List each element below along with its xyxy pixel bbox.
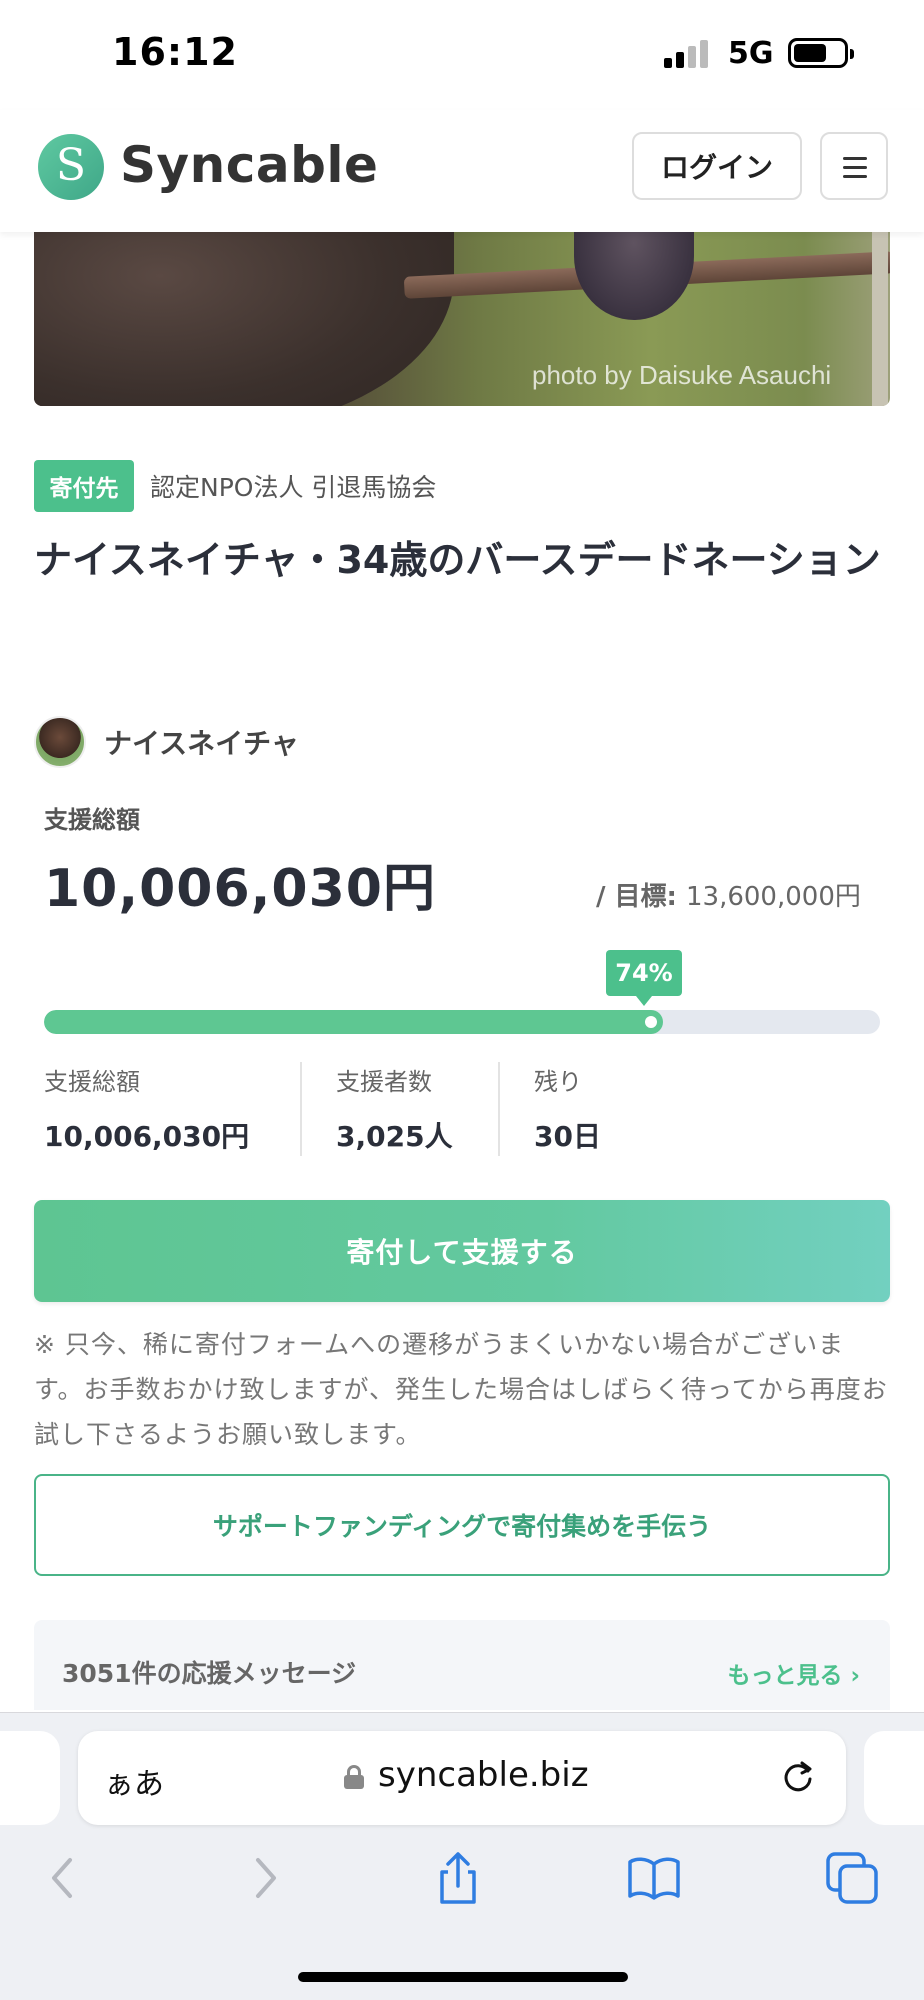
stat-value: 10,006,030円 <box>44 1120 250 1153</box>
login-button[interactable]: ログイン <box>632 132 802 200</box>
messages-section: 3051件の応援メッセージ もっと見る › <box>34 1620 890 1710</box>
signal-icon <box>664 38 714 68</box>
more-messages-link[interactable]: もっと見る › <box>728 1656 861 1690</box>
stat-remaining: 残り 30日 <box>534 1062 601 1156</box>
progress-marker <box>644 1016 657 1028</box>
tabs-icon[interactable] <box>824 1850 880 1906</box>
status-time: 16:12 <box>112 30 238 74</box>
share-icon[interactable] <box>430 1850 486 1906</box>
site-header: S Syncable ログイン <box>0 110 924 232</box>
lock-icon <box>344 1765 364 1789</box>
photo-credit: photo by Daisuke Asauchi <box>532 360 832 390</box>
progress-bar <box>44 1010 880 1034</box>
progress-fill <box>44 1010 663 1034</box>
divider <box>498 1062 500 1156</box>
home-indicator <box>298 1972 628 1982</box>
network-type: 5G <box>728 36 774 71</box>
messages-heading: 3051件の応援メッセージ <box>62 1659 357 1688</box>
avatar[interactable] <box>34 716 86 768</box>
forward-icon[interactable] <box>236 1850 292 1906</box>
support-funding-button[interactable]: サポートファンディングで寄付集めを手伝う <box>34 1474 890 1576</box>
stat-total: 支援総額 10,006,030円 <box>44 1062 249 1156</box>
goal-amount: / 目標: 13,600,000円 <box>596 882 861 912</box>
reader-settings-button[interactable]: ぁあ <box>104 1759 164 1803</box>
reload-icon[interactable] <box>780 1757 816 1797</box>
stat-value: 3,025人 <box>336 1120 453 1153</box>
stat-value: 30日 <box>534 1120 601 1153</box>
project-owner-name[interactable]: ナイスネイチャ <box>104 722 299 762</box>
back-icon[interactable] <box>36 1850 92 1906</box>
previous-tab[interactable] <box>0 1731 60 1825</box>
stats-row: 支援総額 10,006,030円 支援者数 3,025人 残り 30日 <box>44 1062 884 1156</box>
support-total-amount: 10,006,030円 <box>44 859 436 919</box>
status-bar: 16:12 5G <box>0 0 924 110</box>
stat-label: 支援者数 <box>336 1068 432 1096</box>
address-bar[interactable]: ぁあ syncable.biz <box>78 1731 846 1825</box>
donation-target-tag: 寄付先 <box>34 460 134 512</box>
hero-image: photo by Daisuke Asauchi <box>34 232 890 406</box>
stat-label: 支援総額 <box>44 1068 140 1096</box>
hamburger-menu-icon <box>843 157 867 160</box>
url-text[interactable]: syncable.biz <box>378 1755 589 1795</box>
logo-text[interactable]: Syncable <box>120 136 378 194</box>
battery-icon <box>788 38 854 68</box>
syncable-logo-icon[interactable]: S <box>38 134 104 200</box>
progress-percent-badge: 74% <box>606 950 682 1006</box>
stat-supporters: 支援者数 3,025人 <box>336 1062 453 1156</box>
hamburger-menu-button[interactable] <box>820 132 888 200</box>
organization-name[interactable]: 認定NPO法人 引退馬協会 <box>150 468 436 504</box>
notice-text: ※ 只今、稀に寄付フォームへの遷移がうまくいかない場合がございます。お手数おかけ… <box>34 1330 888 1449</box>
support-total-label: 支援総額 <box>44 806 140 834</box>
donate-button[interactable]: 寄付して支援する <box>34 1200 890 1302</box>
stat-label: 残り <box>534 1068 582 1096</box>
divider <box>300 1062 302 1156</box>
project-title: ナイスネイチャ・34歳のバースデードネーション <box>34 538 881 582</box>
next-tab[interactable] <box>864 1731 924 1825</box>
bookmarks-icon[interactable] <box>626 1850 682 1906</box>
